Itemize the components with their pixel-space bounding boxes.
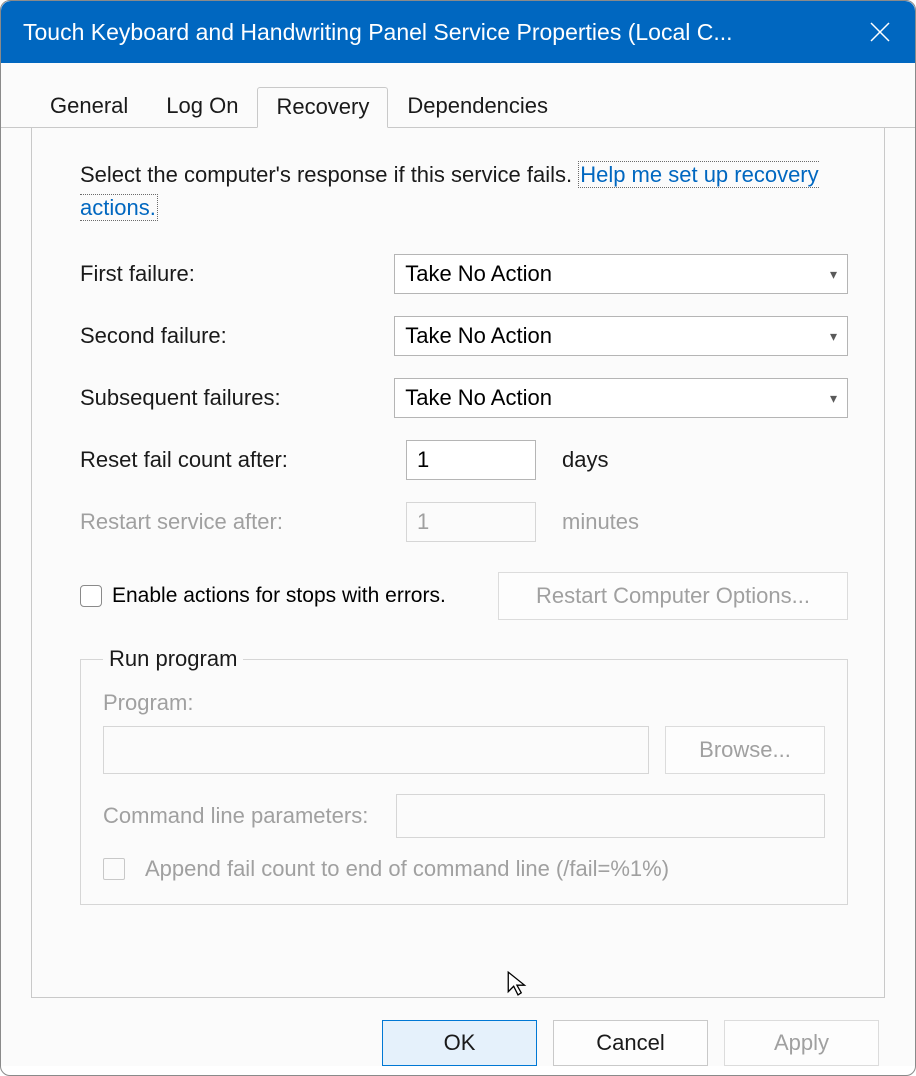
recovery-panel: Select the computer's response if this s… bbox=[31, 128, 885, 998]
reset-unit: days bbox=[562, 447, 608, 473]
chevron-down-icon: ▾ bbox=[830, 266, 837, 283]
first-failure-row: First failure: Take No Action ▾ bbox=[80, 254, 848, 294]
window-title: Touch Keyboard and Handwriting Panel Ser… bbox=[23, 19, 845, 46]
tab-general[interactable]: General bbox=[31, 86, 147, 127]
cmd-label: Command line parameters: bbox=[103, 803, 368, 829]
reset-row: Reset fail count after: days bbox=[80, 440, 848, 480]
ok-button[interactable]: OK bbox=[382, 1020, 537, 1066]
tab-strip: General Log On Recovery Dependencies bbox=[1, 73, 915, 128]
program-input bbox=[103, 726, 649, 774]
second-failure-row: Second failure: Take No Action ▾ bbox=[80, 316, 848, 356]
reset-label: Reset fail count after: bbox=[80, 447, 406, 473]
enable-stops-row: Enable actions for stops with errors. Re… bbox=[80, 572, 848, 620]
restart-computer-options-button: Restart Computer Options... bbox=[498, 572, 848, 620]
enable-stops-checkbox[interactable] bbox=[80, 585, 102, 607]
intro-text: Select the computer's response if this s… bbox=[80, 158, 848, 224]
tab-recovery[interactable]: Recovery bbox=[257, 87, 388, 128]
apply-button: Apply bbox=[724, 1020, 879, 1066]
browse-button: Browse... bbox=[665, 726, 825, 774]
reset-input[interactable] bbox=[406, 440, 536, 480]
cancel-button[interactable]: Cancel bbox=[553, 1020, 708, 1066]
subsequent-failure-label: Subsequent failures: bbox=[80, 385, 394, 411]
intro-plain: Select the computer's response if this s… bbox=[80, 162, 578, 187]
program-label: Program: bbox=[103, 690, 825, 716]
close-button[interactable] bbox=[845, 1, 915, 63]
tab-dependencies[interactable]: Dependencies bbox=[388, 86, 567, 127]
append-label: Append fail count to end of command line… bbox=[145, 856, 669, 882]
titlebar: Touch Keyboard and Handwriting Panel Ser… bbox=[1, 1, 915, 63]
chevron-down-icon: ▾ bbox=[830, 390, 837, 407]
tab-logon[interactable]: Log On bbox=[147, 86, 257, 127]
second-failure-value: Take No Action bbox=[405, 323, 552, 349]
close-icon bbox=[869, 21, 891, 43]
second-failure-label: Second failure: bbox=[80, 323, 394, 349]
restart-input bbox=[406, 502, 536, 542]
restart-unit: minutes bbox=[562, 509, 639, 535]
restart-label: Restart service after: bbox=[80, 509, 406, 535]
run-program-group: Run program Program: Browse... Command l… bbox=[80, 646, 848, 905]
restart-row: Restart service after: minutes bbox=[80, 502, 848, 542]
cmd-input bbox=[396, 794, 825, 838]
first-failure-select[interactable]: Take No Action ▾ bbox=[394, 254, 848, 294]
chevron-down-icon: ▾ bbox=[830, 328, 837, 345]
subsequent-failure-row: Subsequent failures: Take No Action ▾ bbox=[80, 378, 848, 418]
enable-stops-label: Enable actions for stops with errors. bbox=[112, 584, 446, 608]
dialog-footer: OK Cancel Apply bbox=[1, 998, 915, 1066]
client-area: General Log On Recovery Dependencies Sel… bbox=[1, 63, 915, 1066]
subsequent-failure-select[interactable]: Take No Action ▾ bbox=[394, 378, 848, 418]
append-checkbox bbox=[103, 858, 125, 880]
first-failure-value: Take No Action bbox=[405, 261, 552, 287]
second-failure-select[interactable]: Take No Action ▾ bbox=[394, 316, 848, 356]
run-program-legend: Run program bbox=[103, 646, 243, 672]
subsequent-failure-value: Take No Action bbox=[405, 385, 552, 411]
first-failure-label: First failure: bbox=[80, 261, 394, 287]
